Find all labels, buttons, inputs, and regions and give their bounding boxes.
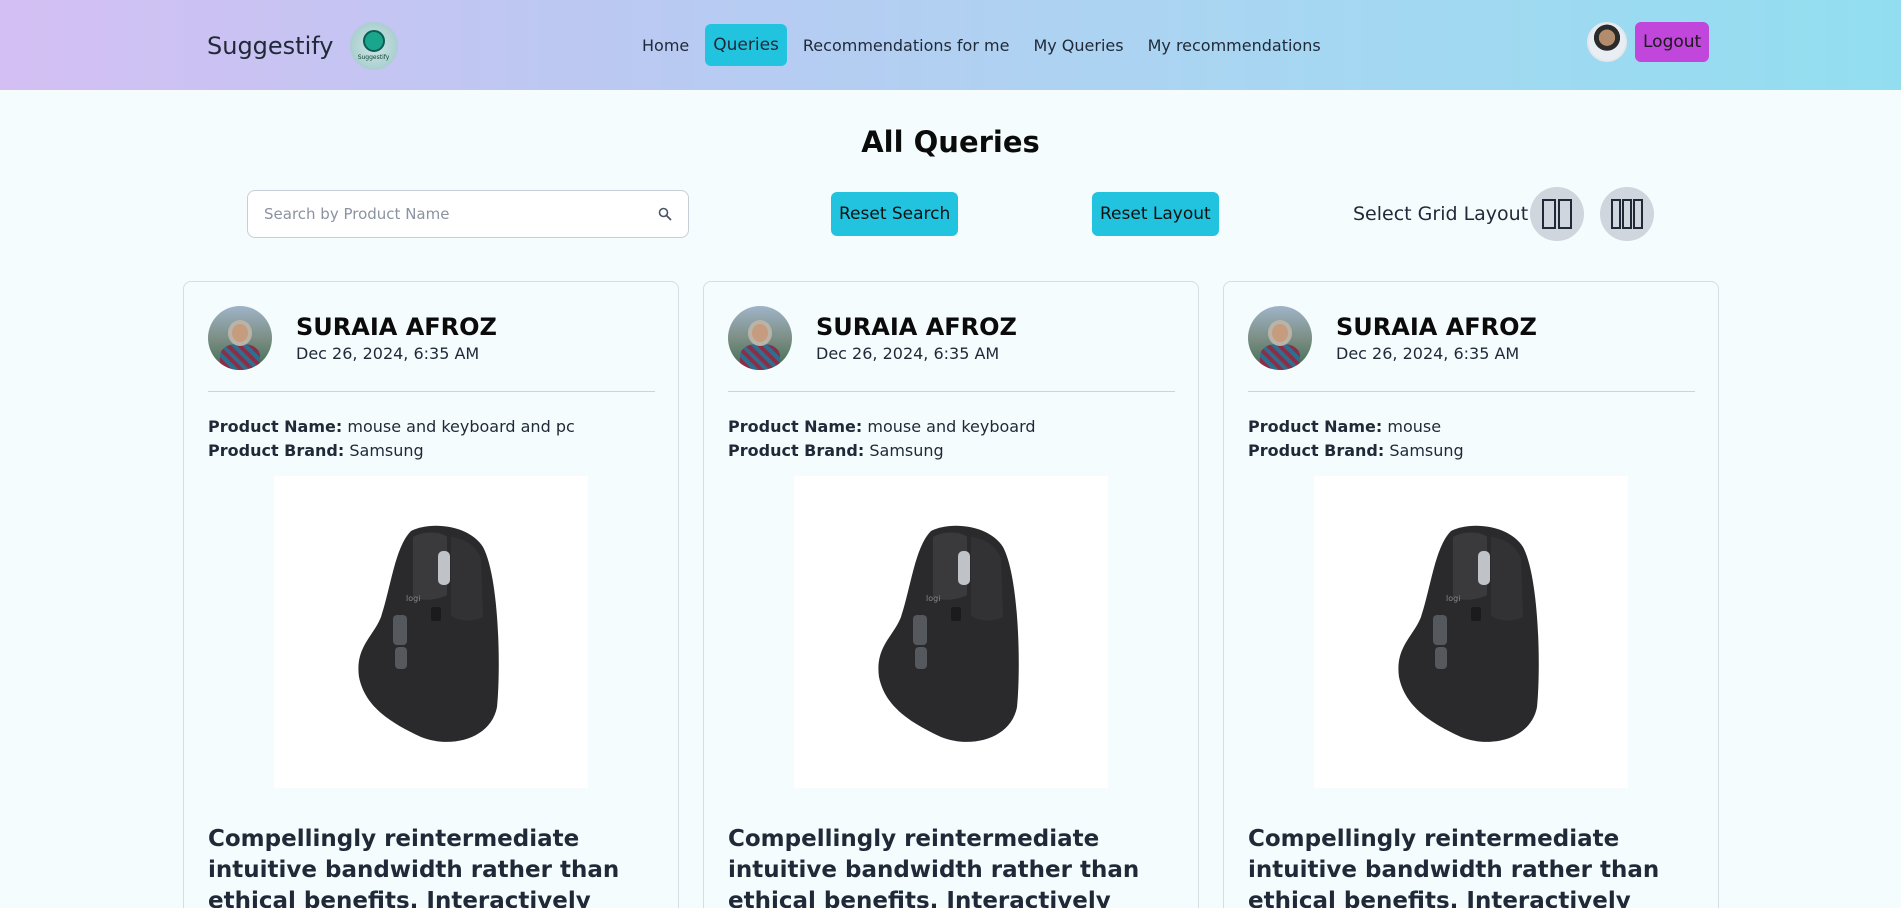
- product-name: mouse and keyboard and pc: [347, 417, 575, 436]
- product-brand: Samsung: [869, 441, 944, 460]
- card-description: Compellingly reintermediate intuitive ba…: [728, 826, 1140, 908]
- card-header: SURAIA AFROZ Dec 26, 2024, 6:35 AM: [208, 306, 497, 370]
- product-image: logi: [274, 476, 588, 788]
- product-name: mouse and keyboard: [867, 417, 1036, 436]
- card-product-info: Product Name: mouse and keyboard Product…: [728, 415, 1036, 463]
- nav-link-queries[interactable]: Queries: [705, 24, 787, 66]
- card-product-info: Product Name: mouse and keyboard and pc …: [208, 415, 575, 463]
- card-divider: [728, 391, 1175, 392]
- search-input[interactable]: [264, 205, 658, 223]
- logout-button[interactable]: Logout: [1635, 22, 1710, 62]
- grid-three-column-button[interactable]: [1600, 187, 1654, 241]
- card-user-name: SURAIA AFROZ: [1336, 313, 1537, 342]
- search-box[interactable]: [247, 190, 689, 238]
- card-description: Compellingly reintermediate intuitive ba…: [1248, 826, 1660, 908]
- svg-text:logi: logi: [406, 594, 420, 603]
- page-title: All Queries: [861, 125, 1040, 159]
- svg-text:logi: logi: [926, 594, 940, 603]
- query-card: SURAIA AFROZ Dec 26, 2024, 6:35 AM Produ…: [183, 281, 679, 908]
- card-avatar: [1248, 306, 1312, 370]
- search-icon[interactable]: [658, 207, 672, 221]
- reset-search-button[interactable]: Reset Search: [831, 192, 959, 236]
- product-name-label: Product Name:: [208, 417, 343, 436]
- user-area: Logout: [1587, 22, 1710, 62]
- brand-logo[interactable]: Suggestify: [349, 22, 398, 70]
- card-date: Dec 26, 2024, 6:35 AM: [816, 343, 1000, 363]
- svg-text:logi: logi: [1446, 594, 1460, 603]
- card-user-name: SURAIA AFROZ: [296, 313, 497, 342]
- nav-link-recommendations-for-me[interactable]: Recommendations for me: [795, 26, 1018, 65]
- three-column-icon: [1611, 199, 1643, 229]
- card-header: SURAIA AFROZ Dec 26, 2024, 6:35 AM: [728, 306, 1017, 370]
- mouse-icon: logi: [878, 525, 1019, 742]
- card-product-info: Product Name: mouse Product Brand: Samsu…: [1248, 415, 1464, 463]
- product-brand-label: Product Brand:: [728, 441, 865, 460]
- nav-links: Home Queries Recommendations for me My Q…: [634, 23, 1329, 67]
- card-description: Compellingly reintermediate intuitive ba…: [208, 826, 620, 908]
- product-brand-label: Product Brand:: [1248, 441, 1385, 460]
- brand-name[interactable]: Suggestify: [207, 32, 334, 60]
- card-date: Dec 26, 2024, 6:35 AM: [1336, 343, 1520, 363]
- card-header: SURAIA AFROZ Dec 26, 2024, 6:35 AM: [1248, 306, 1537, 370]
- card-user-name: SURAIA AFROZ: [816, 313, 1017, 342]
- card-date: Dec 26, 2024, 6:35 AM: [296, 343, 480, 363]
- query-card: SURAIA AFROZ Dec 26, 2024, 6:35 AM Produ…: [703, 281, 1199, 908]
- nav-link-my-recommendations[interactable]: My recommendations: [1140, 26, 1329, 65]
- reset-layout-button[interactable]: Reset Layout: [1092, 192, 1219, 236]
- product-brand: Samsung: [349, 441, 424, 460]
- navbar: Suggestify Suggestify Home Queries Recom…: [0, 0, 1901, 90]
- product-image: logi: [794, 476, 1108, 788]
- query-card: SURAIA AFROZ Dec 26, 2024, 6:35 AM Produ…: [1223, 281, 1719, 908]
- card-avatar: [728, 306, 792, 370]
- product-name-label: Product Name:: [728, 417, 863, 436]
- grid-layout-label: Select Grid Layout: [1353, 203, 1529, 225]
- product-name-label: Product Name:: [1248, 417, 1383, 436]
- product-brand: Samsung: [1389, 441, 1464, 460]
- user-avatar[interactable]: [1587, 22, 1627, 62]
- brand-logo-text: Suggestify: [357, 54, 390, 61]
- product-image: logi: [1314, 476, 1628, 788]
- card-divider: [208, 391, 655, 392]
- mouse-icon: logi: [1398, 525, 1539, 742]
- brand[interactable]: Suggestify Suggestify: [207, 22, 398, 70]
- product-name: mouse: [1387, 417, 1442, 436]
- lightbulb-icon: [362, 30, 385, 52]
- card-divider: [1248, 391, 1695, 392]
- nav-link-home[interactable]: Home: [634, 26, 697, 65]
- mouse-icon: logi: [358, 525, 499, 742]
- two-column-icon: [1542, 199, 1572, 229]
- card-avatar: [208, 306, 272, 370]
- grid-two-column-button[interactable]: [1530, 187, 1584, 241]
- nav-link-my-queries[interactable]: My Queries: [1025, 26, 1131, 65]
- product-brand-label: Product Brand:: [208, 441, 345, 460]
